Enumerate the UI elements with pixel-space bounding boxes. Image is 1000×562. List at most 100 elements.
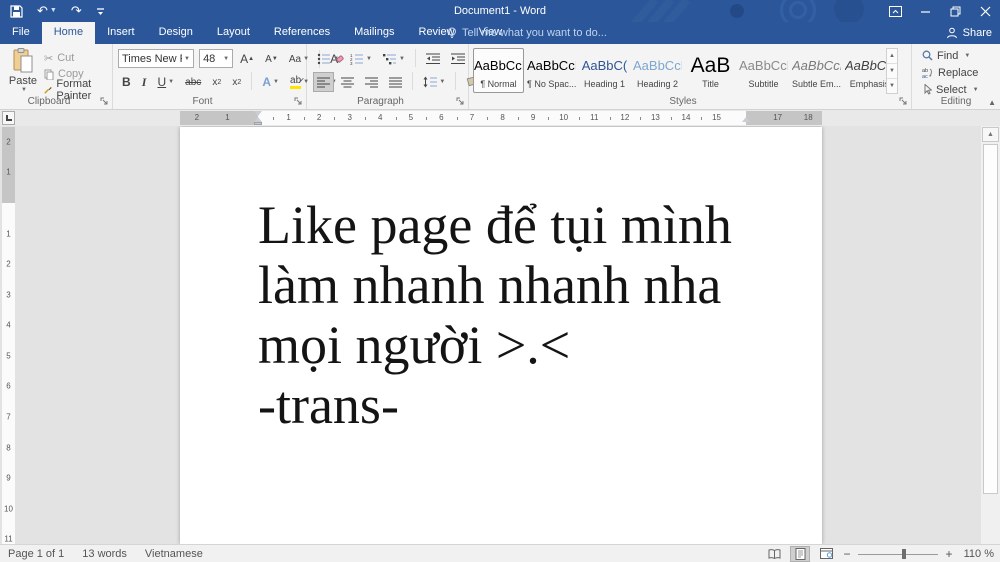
justify-button[interactable] [385, 72, 406, 92]
style-normal[interactable]: AaBbCcI ¶ Normal [473, 48, 524, 93]
select-icon [924, 84, 932, 95]
style-subtle-em[interactable]: AaBbCcI Subtle Em... [791, 48, 842, 93]
grow-font-button[interactable]: A ▲ [236, 49, 258, 69]
ruler-tick [701, 117, 703, 120]
align-left-button[interactable] [313, 72, 334, 92]
read-mode-button[interactable] [764, 546, 784, 562]
web-layout-button[interactable] [816, 546, 836, 562]
clipboard-dialog-launcher[interactable] [100, 97, 109, 106]
subscript-button[interactable]: x2 [208, 72, 225, 92]
styles-scroll-down-icon[interactable]: ▼ [887, 64, 897, 79]
styles-gallery-more-icon[interactable]: ▼ [887, 79, 897, 93]
left-indent-marker[interactable] [254, 122, 262, 125]
scroll-up-icon[interactable]: ▲ [982, 127, 999, 142]
underline-button[interactable]: U ▼ [153, 72, 178, 92]
web-layout-icon [819, 548, 833, 559]
italic-button[interactable]: I [138, 72, 151, 92]
document-text-line[interactable]: mọi người >.< [258, 315, 732, 375]
right-indent-marker[interactable] [742, 117, 750, 122]
strikethrough-button[interactable]: abc [181, 72, 205, 92]
document-text-line[interactable]: làm nhanh nhanh nha [258, 255, 732, 315]
numbering-button[interactable]: 1 2 3 ▼ [346, 49, 376, 69]
styles-dialog-launcher[interactable] [899, 97, 908, 106]
ruler-number: 18 [803, 113, 813, 122]
shrink-font-button[interactable]: A ▼ [261, 49, 282, 69]
ruler-tick [548, 117, 550, 120]
ruler-number: 17 [773, 113, 783, 122]
document-area: 2 1 1 2 3 4 5 6 7 8 9 10 11 Like page để tụi mình làm… [0, 126, 1000, 544]
document-text-line[interactable]: -trans- [258, 375, 732, 435]
zoom-slider-thumb[interactable] [902, 548, 906, 559]
tab-home[interactable]: Home [41, 22, 96, 44]
vertical-scrollbar[interactable]: ▲ [981, 126, 1000, 544]
ruler-tick [303, 117, 305, 120]
replace-button[interactable]: ab ac Replace [922, 65, 1000, 80]
multilevel-list-button[interactable]: ▼ [379, 49, 409, 69]
style-title[interactable]: AaB Title [685, 48, 736, 93]
style-no-spac[interactable]: AaBbCcI ¶ No Spac... [526, 48, 577, 93]
decrease-indent-button[interactable] [422, 49, 444, 69]
align-left-icon [317, 77, 330, 87]
styles-gallery-scrollbar: ▲ ▼ ▼ [886, 48, 898, 94]
tab-file[interactable]: File [0, 22, 42, 44]
tab-stop-selector[interactable] [2, 111, 15, 125]
page-count-indicator[interactable]: Page 1 of 1 [8, 548, 64, 560]
document-text[interactable]: Like page để tụi mình làm nhanh nhanh nha… [258, 195, 732, 435]
line-spacing-button[interactable]: ▼ [419, 72, 449, 92]
zoom-slider[interactable] [858, 546, 938, 562]
close-button[interactable] [970, 0, 1000, 22]
styles-group-label: Styles [669, 96, 697, 107]
zoom-level-indicator[interactable]: 110 % [960, 548, 994, 560]
zoom-in-button[interactable]: + [944, 547, 954, 561]
superscript-button[interactable]: x2 [228, 72, 245, 92]
font-name-combo[interactable]: Times New Ro▼ [118, 49, 194, 68]
ruler-number: 7 [469, 113, 475, 122]
style-heading-2[interactable]: AaBbCcE Heading 2 [632, 48, 683, 93]
align-center-icon [341, 77, 355, 87]
ruler-number: 13 [650, 113, 660, 122]
paste-caret-icon[interactable]: ▼ [8, 87, 40, 93]
word-count-indicator[interactable]: 13 words [82, 548, 127, 560]
share-label: Share [962, 27, 992, 39]
share-button[interactable]: Share [946, 22, 992, 44]
ruler-number: 8 [500, 113, 505, 122]
find-button[interactable]: Find ▼ [922, 48, 1000, 63]
select-button[interactable]: Select ▼ [922, 82, 1000, 97]
paragraph-dialog-launcher[interactable] [456, 97, 465, 106]
align-center-button[interactable] [337, 72, 358, 92]
zoom-out-button[interactable]: − [842, 547, 852, 561]
ribbon-display-options-button[interactable] [880, 0, 910, 22]
document-text-line[interactable]: Like page để tụi mình [258, 195, 732, 255]
scrollbar-thumb[interactable] [983, 144, 998, 494]
document-page[interactable]: Like page để tụi mình làm nhanh nhanh nha… [180, 127, 822, 544]
minimize-button[interactable] [910, 0, 940, 22]
font-size-combo[interactable]: 48 ▼ [199, 49, 234, 68]
styles-scroll-up-icon[interactable]: ▲ [887, 49, 897, 64]
restore-button[interactable] [940, 0, 970, 22]
ruler-number: 6 [6, 381, 11, 391]
bold-button[interactable]: B [118, 72, 135, 92]
increase-indent-button[interactable] [447, 49, 469, 69]
tab-insert[interactable]: Insert [95, 22, 147, 44]
first-line-indent-marker[interactable] [254, 111, 262, 116]
text-effects-button[interactable]: A ▼ [258, 72, 283, 92]
language-indicator[interactable]: Vietnamese [145, 548, 203, 560]
tab-references[interactable]: References [262, 22, 342, 44]
cut-button[interactable]: ✂ Cut [44, 50, 112, 66]
justify-icon [389, 77, 403, 87]
ruler-number: 11 [4, 534, 13, 544]
bullets-button[interactable]: ▼ [313, 49, 343, 69]
style-subtitle[interactable]: AaBbCcD Subtitle [738, 48, 789, 93]
tell-me-box[interactable]: Tell me what you want to do... [437, 22, 617, 44]
styles-gallery: AaBbCcI ¶ Normal AaBbCcI ¶ No Spac... AaBbC(… [473, 48, 897, 94]
style-heading-1[interactable]: AaBbC(Heading 1 [579, 48, 630, 93]
print-layout-button[interactable] [790, 545, 810, 562]
tab-mailings[interactable]: Mailings [342, 22, 406, 44]
collapse-ribbon-icon[interactable]: ▲ [988, 98, 996, 107]
numbering-icon: 123 [350, 53, 364, 65]
font-dialog-launcher[interactable] [294, 97, 303, 106]
tab-design[interactable]: Design [147, 22, 205, 44]
svg-text:3: 3 [350, 61, 353, 65]
align-right-button[interactable] [361, 72, 382, 92]
tab-layout[interactable]: Layout [205, 22, 262, 44]
